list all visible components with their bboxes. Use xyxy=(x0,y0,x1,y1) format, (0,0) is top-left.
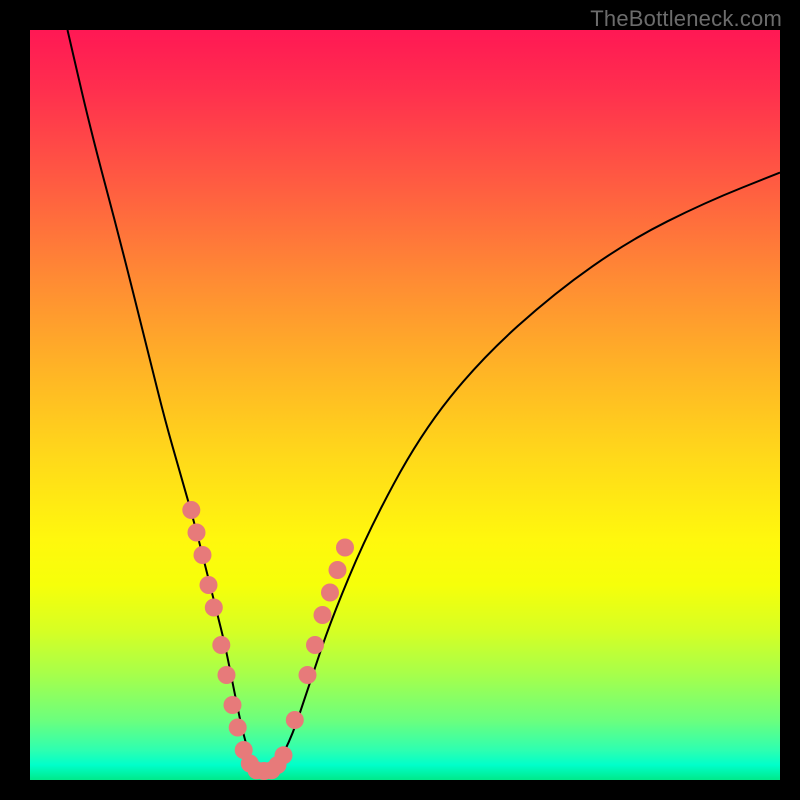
curve-marker xyxy=(188,524,206,542)
curve-marker xyxy=(306,636,324,654)
chart-frame: TheBottleneck.com xyxy=(0,0,800,800)
curve-marker xyxy=(314,606,332,624)
curve-markers xyxy=(182,501,354,780)
plot-area xyxy=(30,30,780,780)
watermark-text: TheBottleneck.com xyxy=(590,6,782,32)
curve-marker xyxy=(212,636,230,654)
curve-marker xyxy=(218,666,236,684)
curve-marker xyxy=(286,711,304,729)
curve-marker xyxy=(321,584,339,602)
curve-marker xyxy=(200,576,218,594)
curve-marker xyxy=(205,599,223,617)
curve-marker xyxy=(299,666,317,684)
curve-marker xyxy=(194,546,212,564)
bottleneck-curve xyxy=(68,30,781,773)
curve-marker xyxy=(275,746,293,764)
curve-marker xyxy=(182,501,200,519)
curve-marker xyxy=(336,539,354,557)
bottleneck-curve-svg xyxy=(30,30,780,780)
curve-marker xyxy=(329,561,347,579)
curve-marker xyxy=(229,719,247,737)
curve-marker xyxy=(224,696,242,714)
